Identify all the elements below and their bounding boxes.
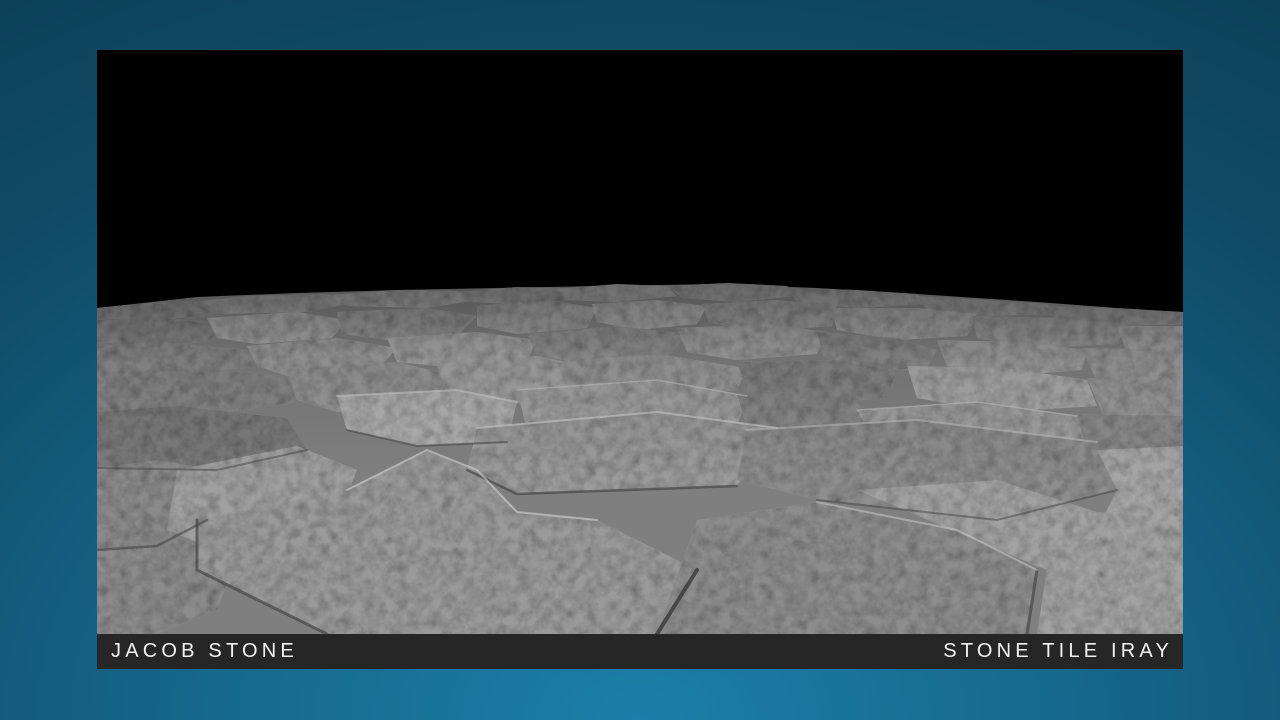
artist-name: JACOB STONE xyxy=(111,640,298,662)
render-title: STONE TILE IRAY xyxy=(943,640,1173,662)
stone-tile-render-image xyxy=(97,50,1183,634)
caption-bar: JACOB STONE STONE TILE IRAY xyxy=(97,634,1183,669)
render-frame: JACOB STONE STONE TILE IRAY xyxy=(97,50,1183,669)
